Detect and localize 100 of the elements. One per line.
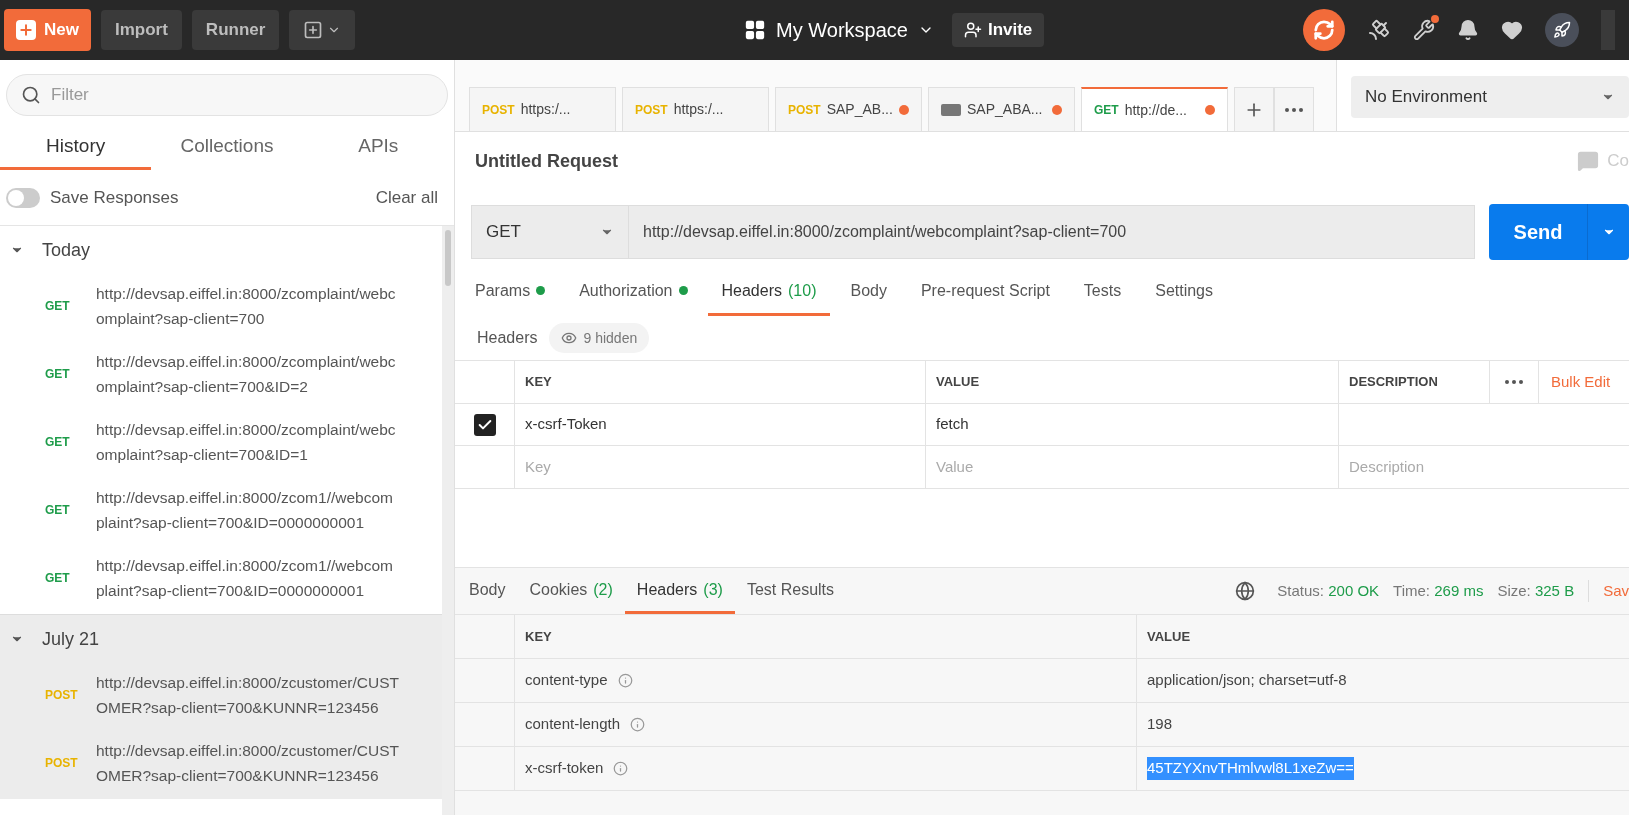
method-label: GET [1094,102,1119,119]
info-icon[interactable] [617,673,633,688]
history-url: http://devsap.eiffel.in:8000/zcustomer/CUSTOMER?sap-client=700&KUNNR=123456 [96,673,400,718]
table-cell[interactable]: fetch [926,404,1339,445]
history-item[interactable]: POST http://devsap.eiffel.in:8000/zcustomer/CUSTOMER?sap-client=700&KUNNR=123456 [0,731,442,799]
history-url: http://devsap.eiffel.in:8000/zcustomer/CUSTOMER?sap-client=700&KUNNR=123456 [96,741,400,786]
table-cell[interactable]: x-csrf-Token [515,404,926,445]
request-section-tab[interactable]: Body [836,268,901,316]
new-window-button[interactable] [289,10,356,50]
tab-label: https:/... [673,100,724,119]
method-label: POST [635,101,668,119]
history-url: http://devsap.eiffel.in:8000/zcom1//webcomplaint?sap-client=700&ID=0000000001 [96,488,394,533]
grid-icon [744,19,767,41]
heart-icon[interactable] [1501,19,1523,41]
clear-all-button[interactable]: Clear all [375,184,448,211]
ellipsis-icon [1285,107,1303,112]
table-cell: 45TZYXnvTHmlvwl8L1xeZw== [1147,757,1354,780]
globe-icon[interactable] [1235,581,1256,601]
new-tab-button[interactable] [1234,87,1274,131]
table-cell-text: content-length [525,714,621,735]
column-header: KEY [515,615,1137,658]
search-icon [21,85,41,105]
plus-icon [16,20,36,40]
request-tab[interactable]: GET http://de... [1081,87,1228,131]
toolbar-button[interactable]: Runner [191,10,280,50]
environment-dropdown[interactable]: No Environment [1351,76,1629,118]
headers-label: Headers [477,328,538,348]
request-tab[interactable]: POST https:/... [469,87,616,131]
key-field[interactable]: Key [515,446,926,488]
response-tab[interactable]: Body [457,568,518,614]
sidebar-tab[interactable]: APIs [302,126,454,170]
sync-icon[interactable] [1303,9,1345,51]
history-item[interactable]: POST http://devsap.eiffel.in:8000/zcustomer/CUSTOMER?sap-client=700&KUNNR=123456 [0,663,442,731]
notifications-icon[interactable] [1457,19,1479,41]
history-url: http://devsap.eiffel.in:8000/zcomplaint/webcomplaint?sap-client=700&ID=2 [96,352,397,397]
description-field[interactable]: Description [1339,446,1629,488]
request-section-tab[interactable]: Tests [1069,268,1136,316]
history-item[interactable]: GET http://devsap.eiffel.in:8000/zcomplaint/webcomplaint?sap-client=700&ID=2 [0,342,442,410]
column-header: VALUE [1146,627,1192,646]
hidden-headers-badge[interactable]: 9 hidden [549,323,650,353]
table-cell-text: x-csrf-token [525,758,604,779]
tab-label: SAP_ABA... [967,100,1043,119]
request-section-tab[interactable]: Authorization [565,268,702,316]
save-responses-label: Save Responses [50,186,179,209]
response-tab[interactable]: Cookies (2) [517,568,625,614]
ellipsis-icon [1505,380,1523,384]
request-tab[interactable]: POST https:/... [622,87,769,131]
avatar-icon[interactable] [1545,13,1579,47]
method-label: GET [44,502,71,519]
tab-label: https:/... [520,100,571,119]
request-section-tab[interactable]: Headers (10) [707,268,831,316]
history-item[interactable]: GET http://devsap.eiffel.in:8000/zcomplaint/webcomplaint?sap-client=700&ID=1 [0,410,442,478]
response-tab[interactable]: Headers (3) [624,568,735,614]
checkbox[interactable] [473,413,496,436]
method-label: GET [44,298,71,315]
info-icon[interactable] [613,761,629,776]
sidebar-tab[interactable]: History [0,126,152,170]
example-icon [941,103,961,116]
column-header: KEY [515,361,926,403]
method-dropdown[interactable]: GET [471,205,629,259]
method-label: POST [788,101,821,119]
request-section-tab[interactable]: Settings [1141,268,1227,316]
sidebar-tab[interactable]: Collections [151,126,303,170]
method-label: POST [44,755,79,772]
history-item[interactable]: GET http://devsap.eiffel.in:8000/zcom1//webcomplaint?sap-client=700&ID=0000000001 [0,478,442,546]
request-title: Untitled Request [475,149,618,173]
more-button[interactable] [1274,87,1314,131]
invite-button[interactable]: Invite [951,13,1045,47]
group-title: Today [42,238,91,262]
tab-label: http://de... [1124,100,1187,120]
method-label: GET [44,366,71,383]
method-label: GET [44,434,71,451]
toggle-switch[interactable] [6,187,40,208]
tab-label: SAP_AB... [826,100,893,119]
request-section-tab[interactable]: Pre-request Script [906,268,1064,316]
info-icon[interactable] [630,717,646,732]
table-cell-text: content-type [525,670,608,691]
history-item[interactable]: GET http://devsap.eiffel.in:8000/zcom1//webcomplaint?sap-client=700&ID=0000000001 [0,546,442,614]
send-button[interactable]: Send [1489,204,1587,260]
status-label: Status: 200 OK [1277,580,1380,601]
request-tab[interactable]: POST SAP_AB... [775,87,922,131]
method-label: POST [482,101,515,119]
toolbar-button[interactable]: Import [100,10,182,50]
history-item[interactable]: GET http://devsap.eiffel.in:8000/zcomplaint/webcomplaint?sap-client=700 [0,274,442,342]
request-section-tab[interactable]: Params [461,268,560,316]
column-header: DESCRIPTION [1348,373,1439,392]
filter-field[interactable]: Filter [6,74,448,116]
value-field[interactable]: Value [926,446,1339,488]
size-label: Size: 325 B [1497,580,1575,601]
response-tab[interactable]: Test Results [734,568,847,614]
history-url: http://devsap.eiffel.in:8000/zcom1//webcomplaint?sap-client=700&ID=0000000001 [96,556,394,601]
request-tab[interactable]: SAP_ABA... [928,87,1075,131]
satellite-icon[interactable] [1367,18,1391,42]
url-field[interactable]: http://devsap.eiffel.in:8000/zcomplaint/webcomplaint?sap-client=700 [629,205,1475,259]
user-plus-icon [963,21,982,39]
column-header: VALUE [926,361,1339,403]
scrollbar[interactable] [445,230,451,286]
workspace-dropdown[interactable]: My Workspace [744,15,934,45]
filter-input[interactable]: Filter [51,82,433,108]
table-cell-text: application/json; charset=utf-8 [1147,670,1347,691]
